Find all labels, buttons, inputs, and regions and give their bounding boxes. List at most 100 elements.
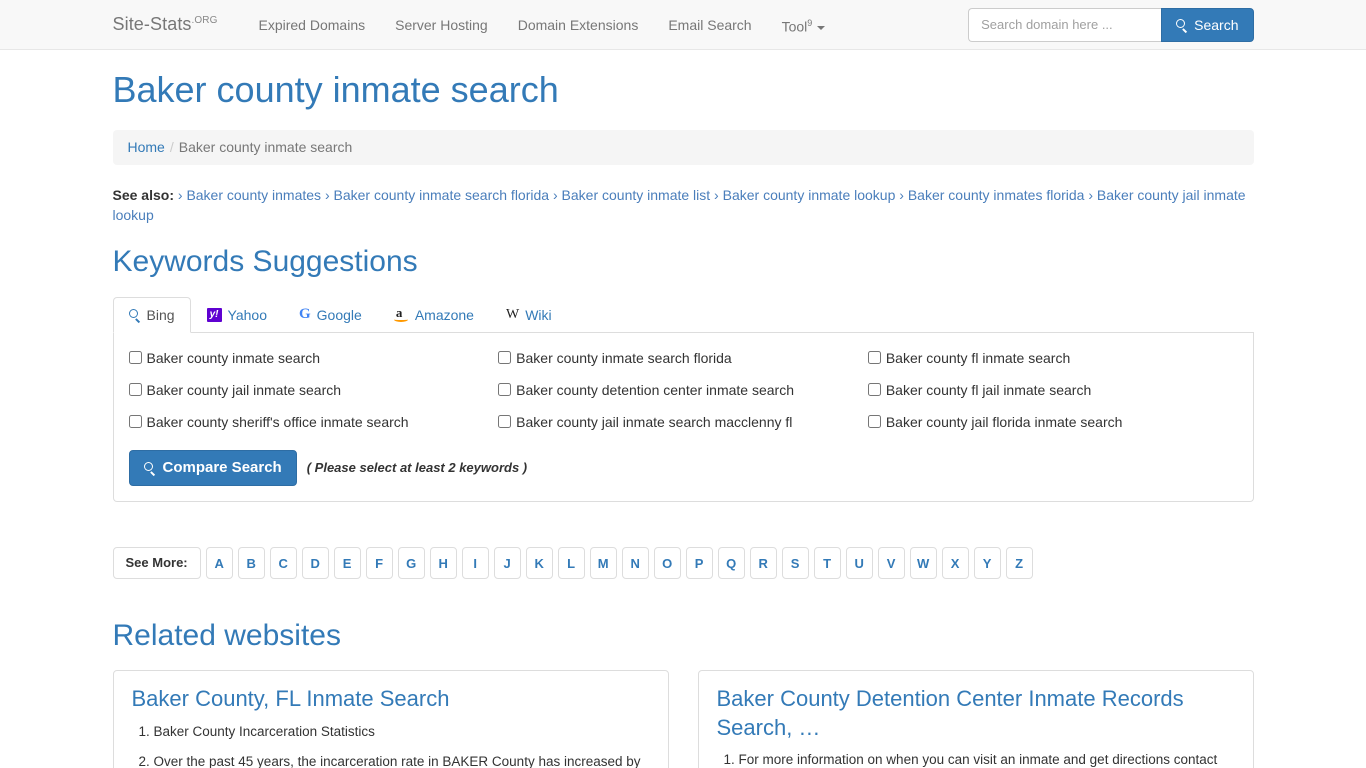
letter-button-d[interactable]: D bbox=[301, 547, 329, 580]
keyword-label-5[interactable]: Baker county fl jail inmate search bbox=[886, 380, 1091, 400]
keywords-panel: Baker county inmate search Baker county … bbox=[112, 332, 1254, 503]
tab-item-bing: Bing bbox=[112, 296, 191, 333]
tab-bing[interactable]: Bing bbox=[112, 296, 191, 333]
see-also-label: See also: bbox=[112, 186, 174, 203]
nav-item-domain-extensions[interactable]: Domain Extensions bbox=[503, 0, 654, 50]
keyword-checkbox-6[interactable] bbox=[128, 414, 142, 428]
wikipedia-icon: W bbox=[505, 306, 520, 322]
see-also-row: See also: › Baker county inmates › Baker… bbox=[113, 185, 1254, 225]
keyword-checkbox-4[interactable] bbox=[498, 382, 512, 396]
see-also-chevron-3: › bbox=[714, 186, 719, 203]
letter-button-c[interactable]: C bbox=[269, 547, 297, 580]
tab-yahoo-label: Yahoo bbox=[227, 306, 267, 323]
nav-item-tool-label: Tool bbox=[781, 18, 808, 35]
keyword-label-7[interactable]: Baker county jail inmate search macclenn… bbox=[516, 412, 792, 432]
letter-button-e[interactable]: E bbox=[333, 547, 361, 580]
tab-wiki[interactable]: W Wiki bbox=[490, 297, 568, 333]
compare-hint: ( Please select at least 2 keywords ) bbox=[306, 460, 528, 476]
tab-amazone[interactable]: a Amazone bbox=[378, 297, 490, 333]
related-card-list-0: Baker County Incarceration Statistics Ov… bbox=[132, 722, 650, 768]
see-also-link-0[interactable]: Baker county inmates bbox=[186, 187, 321, 203]
keyword-label-0[interactable]: Baker county inmate search bbox=[147, 348, 321, 368]
breadcrumb: Home / Baker county inmate search bbox=[112, 129, 1254, 165]
see-also-chevron-4: › bbox=[899, 186, 904, 203]
tab-item-google: G Google bbox=[283, 297, 378, 333]
letter-button-j[interactable]: J bbox=[493, 547, 521, 580]
letter-button-a[interactable]: A bbox=[205, 547, 233, 580]
keyword-checkbox-7[interactable] bbox=[498, 414, 512, 428]
site-logo[interactable]: Site-Stats.ORG bbox=[113, 14, 218, 35]
see-also-chevron-5: › bbox=[1088, 186, 1094, 203]
related-card-title-0[interactable]: Baker County, FL Inmate Search bbox=[132, 685, 650, 714]
yahoo-icon: y! bbox=[206, 307, 222, 322]
keyword-checkbox-2[interactable] bbox=[867, 350, 881, 364]
see-also-link-3[interactable]: Baker county inmate lookup bbox=[723, 187, 896, 203]
search-input[interactable] bbox=[968, 7, 1162, 42]
top-navbar: Site-Stats.ORG Expired Domains Server Ho… bbox=[0, 0, 1366, 50]
list-item: For more information on when you can vis… bbox=[739, 750, 1235, 768]
site-logo-text: Site-Stats bbox=[112, 14, 192, 34]
keyword-row: Baker county jail inmate search macclenn… bbox=[498, 412, 868, 432]
letter-button-z[interactable]: Z bbox=[1005, 547, 1033, 580]
letter-button-o[interactable]: O bbox=[653, 547, 681, 580]
compare-search-button[interactable]: Compare Search bbox=[128, 449, 297, 487]
engine-tabs: Bing y! Yahoo G Google a Amazone W Wiki bbox=[112, 296, 1254, 333]
see-also-link-2[interactable]: Baker county inmate list bbox=[562, 187, 711, 203]
letter-button-l[interactable]: L bbox=[557, 547, 585, 580]
nav-item-expired-domains[interactable]: Expired Domains bbox=[244, 0, 381, 50]
keyword-checkbox-1[interactable] bbox=[498, 350, 512, 364]
letter-button-p[interactable]: P bbox=[685, 547, 713, 580]
letter-button-v[interactable]: V bbox=[877, 547, 905, 580]
related-card-title-1[interactable]: Baker County Detention Center Inmate Rec… bbox=[717, 685, 1235, 742]
letter-button-x[interactable]: X bbox=[941, 547, 969, 580]
nav-item-tool-dropdown[interactable]: Tool9 bbox=[767, 0, 841, 51]
keyword-label-2[interactable]: Baker county fl inmate search bbox=[886, 348, 1070, 368]
keyword-label-6[interactable]: Baker county sheriff's office inmate sea… bbox=[147, 412, 409, 432]
breadcrumb-separator: / bbox=[169, 139, 174, 156]
letter-button-k[interactable]: K bbox=[525, 547, 553, 580]
keyword-checkbox-0[interactable] bbox=[128, 350, 142, 364]
keyword-label-8[interactable]: Baker county jail florida inmate search bbox=[886, 412, 1123, 432]
see-also-link-4[interactable]: Baker county inmates florida bbox=[908, 187, 1085, 203]
site-logo-tld: .ORG bbox=[191, 15, 218, 26]
tab-item-yahoo: y! Yahoo bbox=[191, 297, 283, 333]
keyword-label-1[interactable]: Baker county inmate search florida bbox=[516, 348, 732, 368]
letter-button-f[interactable]: F bbox=[365, 547, 393, 580]
letter-button-i[interactable]: I bbox=[461, 547, 489, 580]
nav-item-email-search[interactable]: Email Search bbox=[653, 0, 766, 50]
letter-button-y[interactable]: Y bbox=[973, 547, 1001, 580]
letter-button-h[interactable]: H bbox=[429, 547, 457, 580]
related-websites-title: Related websites bbox=[112, 619, 341, 653]
keywords-suggestions-title: Keywords Suggestions bbox=[112, 244, 418, 278]
see-also-chevron-0: › bbox=[177, 186, 183, 203]
tab-yahoo[interactable]: y! Yahoo bbox=[191, 297, 283, 333]
keyword-label-3[interactable]: Baker county jail inmate search bbox=[147, 380, 342, 400]
letter-button-t[interactable]: T bbox=[813, 547, 841, 580]
breadcrumb-link-home[interactable]: Home bbox=[128, 139, 165, 155]
google-icon: G bbox=[298, 306, 311, 323]
keyword-row: Baker county inmate search florida bbox=[498, 348, 868, 368]
nav-item-server-hosting[interactable]: Server Hosting bbox=[380, 0, 503, 50]
see-also-link-1[interactable]: Baker county inmate search florida bbox=[334, 187, 550, 203]
letter-button-r[interactable]: R bbox=[749, 547, 777, 580]
search-button[interactable]: Search bbox=[1161, 7, 1254, 42]
letter-button-u[interactable]: U bbox=[845, 547, 873, 580]
letter-button-q[interactable]: Q bbox=[717, 547, 745, 580]
keyword-row: Baker county detention center inmate sea… bbox=[498, 380, 868, 400]
tab-google[interactable]: G Google bbox=[283, 297, 378, 333]
keyword-checkbox-3[interactable] bbox=[128, 382, 142, 396]
letter-button-s[interactable]: S bbox=[781, 547, 809, 580]
letter-button-w[interactable]: W bbox=[909, 547, 937, 580]
letter-button-b[interactable]: B bbox=[237, 547, 265, 580]
breadcrumb-item-current: Baker county inmate search bbox=[178, 139, 353, 156]
keyword-label-4[interactable]: Baker county detention center inmate sea… bbox=[516, 380, 794, 400]
letter-button-m[interactable]: M bbox=[589, 547, 617, 580]
see-also-chevron-1: › bbox=[324, 186, 330, 203]
letter-button-n[interactable]: N bbox=[621, 547, 649, 580]
keyword-checkbox-8[interactable] bbox=[867, 414, 881, 428]
letter-button-g[interactable]: G bbox=[397, 547, 425, 580]
compare-search-label: Compare Search bbox=[162, 458, 282, 476]
list-item: Baker County Incarceration Statistics bbox=[154, 722, 650, 742]
nav-item-tool-count: 9 bbox=[807, 17, 813, 28]
keyword-checkbox-5[interactable] bbox=[867, 382, 881, 396]
